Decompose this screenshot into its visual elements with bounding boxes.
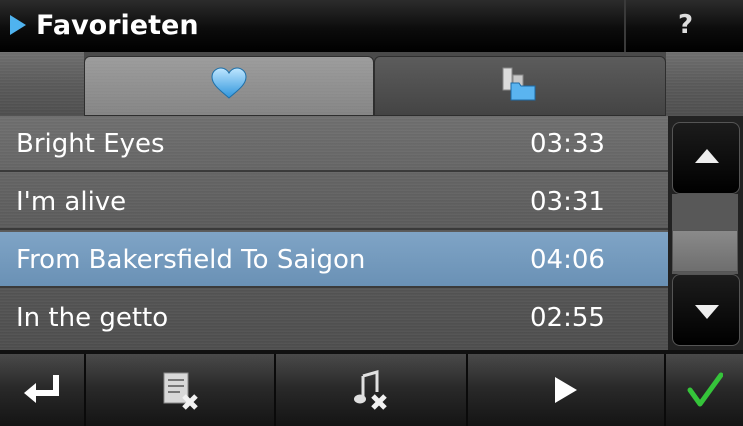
tab-bar-spacer-right	[666, 52, 743, 116]
title-arrow-icon	[10, 15, 26, 35]
scroll-down-button[interactable]	[672, 274, 740, 346]
scroll-thumb[interactable]	[672, 230, 738, 272]
play-button[interactable]	[468, 354, 666, 426]
help-button[interactable]: ?	[624, 0, 743, 52]
list-item[interactable]: I'm alive 03:31	[0, 174, 668, 230]
back-arrow-icon	[24, 375, 59, 403]
favorites-list: Bright Eyes 03:33 I'm alive 03:31 From B…	[0, 116, 668, 350]
list-item[interactable]: Bright Eyes 03:33	[0, 116, 668, 172]
heart-icon	[211, 67, 247, 99]
page-title: Favorieten	[36, 10, 199, 41]
checkmark-icon	[687, 372, 723, 407]
bottom-toolbar	[0, 350, 743, 426]
delete-song-button[interactable]	[276, 354, 468, 426]
help-label: ?	[677, 10, 694, 40]
folder-icon	[502, 67, 536, 101]
song-title: In the getto	[16, 303, 169, 333]
arrow-down-icon	[695, 305, 719, 319]
song-title: Bright Eyes	[16, 129, 165, 159]
arrow-up-icon	[695, 149, 719, 163]
tab-folders[interactable]	[374, 56, 666, 116]
scroll-up-button[interactable]	[672, 122, 740, 194]
delete-all-button[interactable]	[86, 354, 276, 426]
back-button[interactable]	[0, 354, 86, 426]
song-duration: 02:55	[530, 303, 605, 333]
title-bar: Favorieten ?	[0, 0, 743, 52]
tab-favorites[interactable]	[84, 56, 374, 116]
tab-bar	[0, 52, 743, 116]
tab-bar-spacer-left	[0, 52, 84, 116]
song-title: From Bakersfield To Saigon	[16, 245, 366, 275]
delete-song-icon	[354, 370, 387, 410]
list-item-selected[interactable]: From Bakersfield To Saigon 04:06	[0, 232, 668, 288]
list-item[interactable]: In the getto 02:55	[0, 290, 668, 346]
delete-list-icon	[163, 372, 198, 410]
song-title: I'm alive	[16, 187, 127, 217]
scrollbar[interactable]	[668, 116, 743, 350]
play-icon	[555, 377, 577, 403]
song-duration: 03:31	[530, 187, 605, 217]
confirm-button[interactable]	[666, 354, 743, 426]
song-duration: 03:33	[530, 129, 605, 159]
song-duration: 04:06	[530, 245, 605, 275]
